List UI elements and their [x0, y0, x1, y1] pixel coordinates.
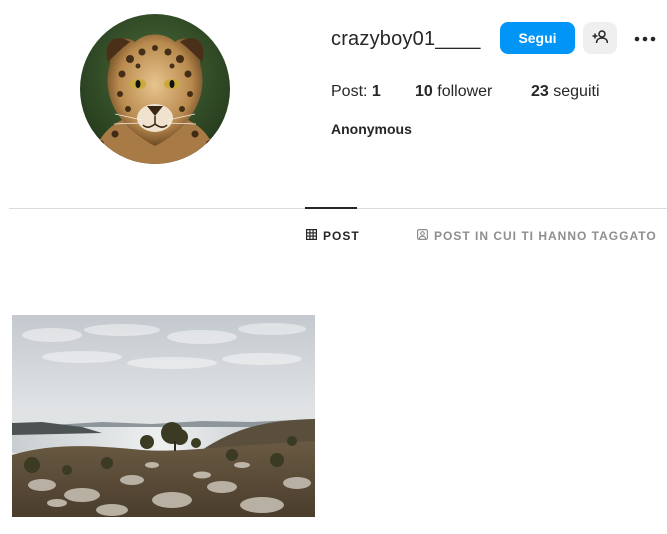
- profile-full-name: Anonymous: [331, 121, 412, 137]
- following-count: 23: [531, 83, 549, 100]
- tab-tagged[interactable]: POST IN CUI TI HANNO TAGGATO: [417, 229, 657, 243]
- profile-page: crazyboy01____ Segui Post: 1 10 follower: [0, 0, 667, 534]
- jaguar-avatar-image: [80, 14, 230, 164]
- follow-button[interactable]: Segui: [500, 22, 575, 54]
- landscape-photo-image: [12, 315, 315, 517]
- tab-posts[interactable]: POST: [306, 229, 360, 243]
- profile-username: crazyboy01____: [331, 28, 481, 50]
- followers-count: 10: [415, 83, 433, 100]
- tab-posts-label: POST: [323, 229, 360, 243]
- followers-stat[interactable]: 10 follower: [415, 83, 492, 101]
- more-options-button[interactable]: [631, 26, 659, 50]
- posts-label: Post:: [331, 83, 372, 100]
- post-thumbnail[interactable]: [12, 315, 315, 517]
- active-tab-indicator: [305, 207, 357, 209]
- add-person-icon: [592, 29, 609, 48]
- grid-icon: [306, 229, 323, 243]
- followers-label: follower: [432, 83, 493, 100]
- more-options-icon: [634, 29, 656, 47]
- suggested-accounts-button[interactable]: [583, 22, 617, 54]
- tab-tagged-label: POST IN CUI TI HANNO TAGGATO: [434, 229, 657, 243]
- posts-count-stat: Post: 1: [331, 83, 381, 101]
- posts-count: 1: [371, 83, 381, 100]
- following-stat[interactable]: 23 seguiti: [531, 83, 600, 101]
- profile-avatar[interactable]: [80, 14, 230, 164]
- tagged-icon: [417, 229, 434, 243]
- following-label: seguiti: [548, 83, 600, 100]
